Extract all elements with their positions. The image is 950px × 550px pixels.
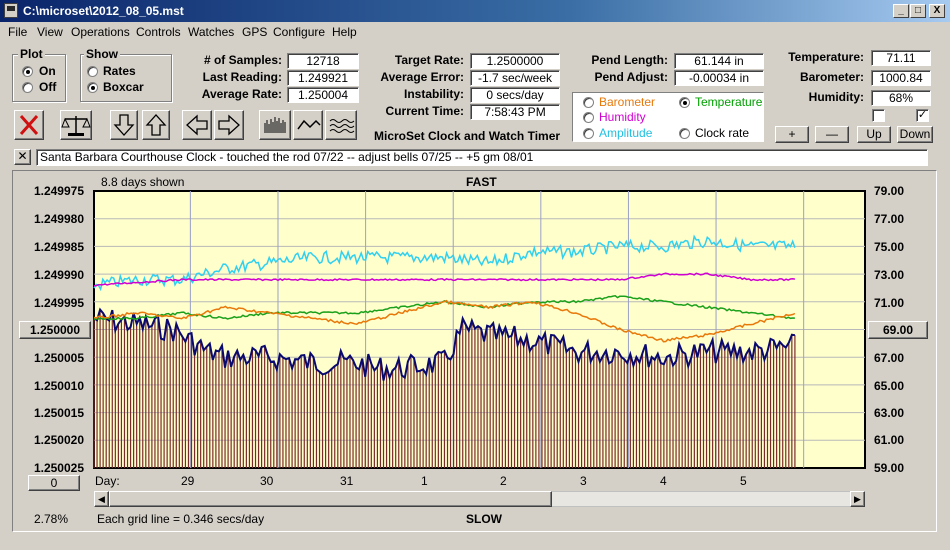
grid-note: Each grid line = 0.346 secs/day [97,512,265,526]
left-tick: 1.249990 [33,268,84,282]
right-tick: 79.00 [874,184,905,198]
right-tick: 71.00 [874,296,905,310]
left-tick: 1.250015 [33,406,84,420]
left-tick: 1.250020 [33,433,84,447]
chevron-left-icon: ◀ [98,494,105,504]
right-tick: 75.00 [874,240,905,254]
day-tick: 3 [580,474,587,488]
day-tick: 5 [740,474,747,488]
right-center-button[interactable]: 69.00 [868,321,928,339]
right-tick: 77.00 [874,212,905,226]
left-tick: 1.250010 [33,379,84,393]
left-tick: 1.249975 [33,184,84,198]
right-tick: 67.00 [874,351,905,365]
rate-chart [93,190,866,469]
day-tick: 1 [421,474,428,488]
percent-label: 2.78% [34,512,69,526]
left-tick: 1.249995 [33,296,84,310]
day-axis-label: Day: [95,474,120,488]
right-tick: 73.00 [874,268,905,282]
left-tick: 1.250025 [33,461,84,475]
left-bottom-button[interactable]: 0 [28,475,80,491]
left-tick: 1.250005 [33,351,84,365]
left-tick: 1.249985 [33,240,84,254]
chevron-right-icon: ▶ [854,494,861,504]
right-tick: 59.00 [874,461,905,475]
right-tick: 63.00 [874,406,905,420]
day-tick: 31 [340,474,354,488]
day-tick: 29 [181,474,195,488]
scrollbar-thumb[interactable] [109,491,552,507]
left-tick: 1.249980 [33,212,84,226]
day-tick: 4 [660,474,667,488]
right-tick: 61.00 [874,433,905,447]
scroll-left-button[interactable]: ◀ [94,491,109,507]
right-tick: 65.00 [874,379,905,393]
left-center-button[interactable]: 1.250000 [19,321,91,339]
day-tick: 2 [500,474,507,488]
scroll-right-button[interactable]: ▶ [850,491,865,507]
day-tick: 30 [260,474,274,488]
